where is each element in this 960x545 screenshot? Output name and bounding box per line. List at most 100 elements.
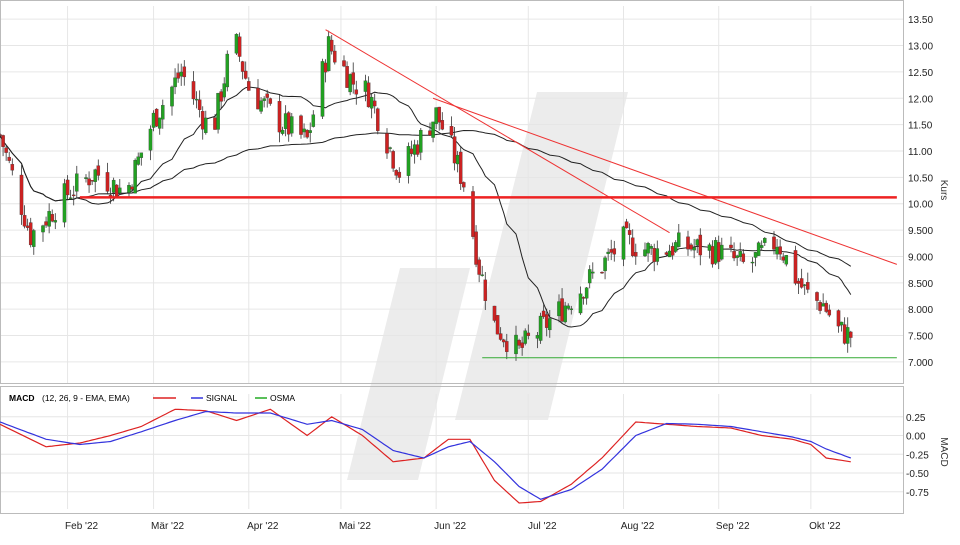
candle-body <box>670 246 675 256</box>
candle-body <box>406 146 411 176</box>
candle-body <box>348 74 352 93</box>
candle-body <box>649 246 653 249</box>
candle-body <box>182 66 187 78</box>
candle-body <box>716 242 721 262</box>
candle-body <box>584 287 589 299</box>
candle-body <box>498 333 503 340</box>
candle-body <box>643 249 647 257</box>
price-y-tick-label: 8.500 <box>908 279 933 290</box>
candle-body <box>839 321 844 326</box>
candle-body <box>646 243 650 254</box>
candle-body <box>729 244 733 249</box>
x-tick-label: Feb '22 <box>65 521 98 532</box>
candle-body <box>523 330 527 344</box>
candle-body <box>612 248 617 255</box>
candle-body <box>326 36 331 72</box>
candle-body <box>449 126 454 136</box>
candle-body <box>686 236 690 250</box>
candle-body <box>578 293 583 314</box>
x-tick-label: Mai '22 <box>339 521 371 532</box>
candle-body <box>526 332 531 336</box>
candle-body <box>333 50 337 63</box>
candle-body <box>591 271 595 274</box>
candle-body <box>627 230 632 235</box>
candle-body <box>836 310 841 327</box>
candle-body <box>587 269 592 284</box>
candle-body <box>237 36 242 57</box>
candle-body <box>603 257 607 272</box>
price-y-tick-label: 9.500 <box>908 226 933 237</box>
candle-body <box>440 120 445 130</box>
candle-body <box>517 340 521 346</box>
candle-body <box>544 314 549 328</box>
candle-body <box>824 302 828 312</box>
candle-body <box>437 106 441 123</box>
price-y-tick-label: 10.00 <box>908 200 933 211</box>
candle-body <box>197 99 202 110</box>
x-tick-label: Sep '22 <box>716 521 750 532</box>
candle-body <box>262 98 266 101</box>
candle-body <box>541 310 546 317</box>
macd-y-tick-label: -0.50 <box>906 469 929 480</box>
candle-body <box>62 183 67 223</box>
candle-body <box>372 100 377 107</box>
candle-body <box>133 159 137 194</box>
chart-stage: MACD (12, 26, 9 - EMA, EMA) SIGNAL OSMA … <box>0 0 960 540</box>
price-axis-label: Kurs <box>938 180 949 201</box>
macd-y-tick-label: 0.00 <box>906 432 926 443</box>
candle-body <box>477 259 481 275</box>
candle-body <box>179 71 183 77</box>
candle-body <box>557 301 561 317</box>
candle-body <box>621 226 626 260</box>
candle-body <box>664 252 669 255</box>
candle-body <box>243 70 248 79</box>
candle-body <box>455 154 460 165</box>
candle-body <box>630 237 635 256</box>
x-tick-label: Okt '22 <box>809 521 841 532</box>
macd-axis-label: MACD <box>938 437 949 466</box>
candle-body <box>452 136 457 164</box>
candle-body <box>10 164 15 171</box>
candle-body <box>569 308 574 310</box>
candle-body <box>222 83 226 98</box>
candle-body <box>431 121 435 138</box>
macd-y-tick-label: -0.75 <box>906 488 929 499</box>
candle-body <box>566 305 570 309</box>
candle-body <box>695 239 699 246</box>
candle-body <box>842 324 847 344</box>
watermark-logo <box>347 92 628 480</box>
candle-body <box>806 282 810 290</box>
macd-legend-title: MACD <box>9 393 35 403</box>
candle-body <box>44 221 48 226</box>
price-y-tick-label: 9.000 <box>908 252 933 263</box>
candle-body <box>759 245 764 248</box>
price-y-tick-label: 11.50 <box>908 121 933 132</box>
candle-body <box>655 248 660 262</box>
macd-y-tick-label: -0.25 <box>906 450 929 461</box>
candle-body <box>458 151 463 184</box>
candle-body <box>68 197 73 199</box>
price-y-tick-label: 12.50 <box>908 68 933 79</box>
candle-body <box>118 187 122 194</box>
candle-body <box>105 172 110 192</box>
candle-body <box>778 246 782 255</box>
candle-body <box>90 180 94 182</box>
candle-body <box>738 251 742 257</box>
candle-body <box>194 98 199 101</box>
candle-body <box>548 318 552 331</box>
candle-body <box>28 222 33 246</box>
candle-body <box>247 81 251 91</box>
x-tick-label: Aug '22 <box>621 521 655 532</box>
candle-body <box>366 82 371 108</box>
candle-body <box>176 72 180 79</box>
candle-body <box>50 214 54 222</box>
candle-body <box>53 220 58 223</box>
candle-body <box>329 39 334 52</box>
price-y-tick-label: 13.50 <box>908 15 933 26</box>
x-tick-label: Jun '22 <box>434 521 466 532</box>
candle-body <box>308 130 312 133</box>
candle-body <box>342 60 346 67</box>
candle-body <box>667 250 672 258</box>
candle-body <box>84 177 88 179</box>
macd-y-tick-label: 0.25 <box>906 413 926 424</box>
